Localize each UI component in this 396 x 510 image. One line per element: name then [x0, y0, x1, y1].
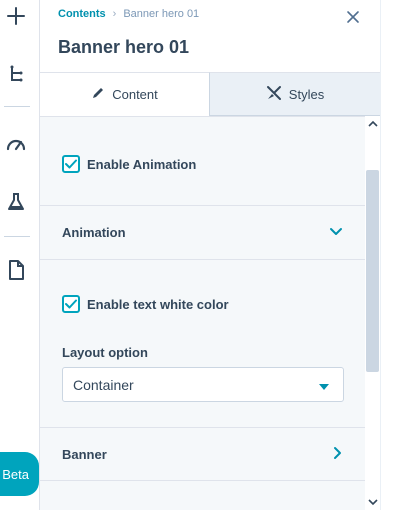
chevron-right-icon[interactable] — [333, 446, 343, 463]
rail-divider — [4, 236, 30, 237]
rail-divider — [4, 106, 30, 107]
gauge-icon[interactable] — [4, 132, 28, 156]
breadcrumb-contents-link[interactable]: Contents — [58, 8, 106, 20]
page-title: Banner hero 01 — [58, 37, 190, 57]
breadcrumb-separator: › — [112, 8, 117, 20]
animation-section-label: Animation — [62, 225, 126, 240]
tab-styles[interactable]: Styles — [210, 72, 380, 116]
breadcrumb: Contents › Banner hero 01 — [58, 8, 199, 20]
enable-animation-label: Enable Animation — [87, 156, 197, 172]
layout-option-value: Container — [73, 376, 134, 393]
tab-content[interactable]: Content — [40, 72, 210, 116]
banner-section-label: Banner — [62, 446, 107, 462]
brush-icon — [266, 85, 282, 104]
content-settings: Enable Animation Animation Enable text w… — [40, 116, 365, 510]
tab-styles-label: Styles — [288, 86, 325, 102]
layout-option-select[interactable]: Container — [62, 367, 344, 402]
breadcrumb-current: Banner hero 01 — [123, 8, 200, 20]
enable-text-white-row[interactable]: Enable text white color — [62, 295, 229, 313]
tab-bar: Content Styles — [40, 72, 380, 116]
plus-icon[interactable] — [4, 4, 28, 28]
enable-animation-checkbox[interactable] — [62, 155, 80, 173]
flask-icon[interactable] — [4, 190, 28, 214]
layout-option-label: Layout option — [62, 345, 148, 360]
banner-accordion-header[interactable]: Banner — [40, 427, 365, 481]
scroll-down-icon[interactable] — [367, 496, 379, 508]
scrollbar-thumb[interactable] — [366, 170, 379, 372]
enable-text-white-checkbox[interactable] — [62, 295, 80, 313]
tree-icon[interactable] — [4, 62, 28, 86]
enable-animation-row[interactable]: Enable Animation — [62, 155, 196, 173]
beta-badge[interactable]: Beta — [0, 452, 39, 496]
enable-animation-section: Enable Animation — [40, 117, 365, 206]
enable-text-white-label: Enable text white color — [87, 296, 229, 312]
window-edge — [380, 0, 396, 510]
left-rail: Beta — [0, 0, 40, 510]
close-icon[interactable] — [346, 10, 362, 26]
scroll-up-icon[interactable] — [367, 118, 379, 130]
animation-accordion-header[interactable]: Animation — [40, 206, 365, 260]
chevron-down-icon[interactable] — [329, 225, 343, 240]
panel-header: Contents › Banner hero 01 Banner hero 01 — [40, 0, 380, 72]
tab-content-label: Content — [112, 87, 158, 102]
document-icon[interactable] — [4, 258, 28, 282]
pencil-icon — [91, 86, 105, 103]
caret-down-icon — [319, 377, 329, 393]
editor-panel: Contents › Banner hero 01 Banner hero 01… — [40, 0, 380, 510]
